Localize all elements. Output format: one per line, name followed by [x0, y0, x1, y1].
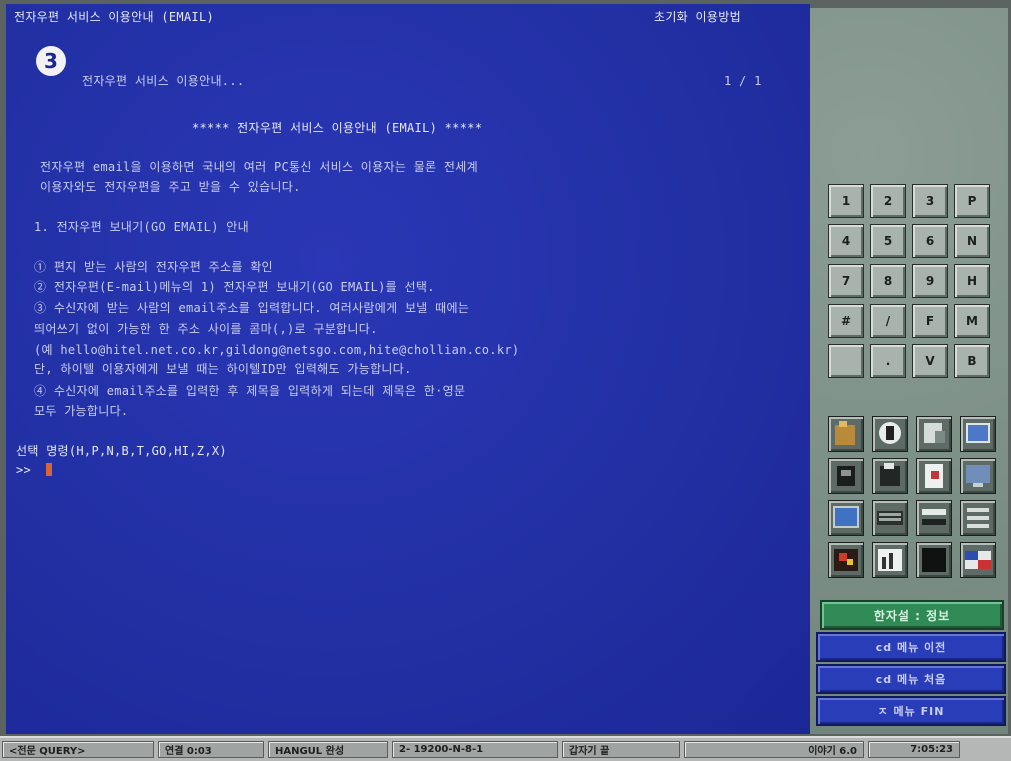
status-input-mode: HANGUL 완성 [268, 741, 388, 758]
menu-first-button[interactable]: cd 메뉴 처음 [816, 664, 1006, 694]
text-line: 단, 하이텔 이용자에게 보낼 때는 하이텔ID만 입력해도 가능합니다. [34, 362, 412, 376]
header-help: 초기화 이용방법 [654, 10, 741, 24]
keypad: 1 2 3 P 4 5 6 N 7 8 9 H # / F M . V B [828, 184, 990, 378]
terminal-icon[interactable] [916, 542, 952, 578]
text-line: ③ 수신자에 받는 사람의 email주소를 입력합니다. 여러사람에게 보낼 … [34, 301, 470, 315]
notepad-icon[interactable] [916, 458, 952, 494]
key-n[interactable]: N [954, 224, 990, 258]
text-line: ④ 수신자에 email주소를 입력한 후 제목을 입력하게 되는데 제목은 한… [34, 384, 466, 398]
flag-alt-icon[interactable] [960, 542, 996, 578]
flag-icon[interactable] [828, 542, 864, 578]
step-badge: 3 [36, 46, 66, 76]
status-message: 갑자기 끝 [562, 741, 680, 758]
key-2[interactable]: 2 [870, 184, 906, 218]
side-panel: 1 2 3 P 4 5 6 N 7 8 9 H # / F M . V B 한자… [810, 8, 1008, 734]
status-version: 이야기 6.0 [684, 741, 864, 758]
window-title: 전자우편 서비스 이용안내 (EMAIL) [14, 10, 214, 24]
key-4[interactable]: 4 [828, 224, 864, 258]
key-slash[interactable]: / [870, 304, 906, 338]
text-line: ① 편지 받는 사람의 전자우편 주소를 확인 [34, 260, 273, 274]
text-cursor[interactable] [46, 463, 52, 476]
key-7[interactable]: 7 [828, 264, 864, 298]
text-line: (예 hello@hitel.net.co.kr,gildong@netsgo.… [34, 343, 520, 357]
key-h[interactable]: H [954, 264, 990, 298]
status-connection-time: 연결 0:03 [158, 741, 264, 758]
text-line: 1. 전자우편 보내기(GO EMAIL) 안내 [34, 220, 249, 234]
monitor-icon[interactable] [960, 458, 996, 494]
key-m[interactable]: M [954, 304, 990, 338]
page-indicator: 1 / 1 [724, 74, 762, 88]
key-3[interactable]: 3 [912, 184, 948, 218]
menu-finish-button[interactable]: ㅈ 메뉴 FIN [816, 696, 1006, 726]
phone-icon[interactable] [828, 458, 864, 494]
icon-toolbar [828, 416, 998, 578]
section-heading: ***** 전자우편 서비스 이용안내 (EMAIL) ***** [192, 121, 483, 135]
key-9[interactable]: 9 [912, 264, 948, 298]
mode-indicator: 한자설 : 정보 [820, 600, 1004, 630]
key-f[interactable]: F [912, 304, 948, 338]
prompt: >> [16, 463, 32, 477]
window-icon[interactable] [960, 416, 996, 452]
screen-icon[interactable] [828, 500, 864, 536]
key-8[interactable]: 8 [870, 264, 906, 298]
key-p[interactable]: P [954, 184, 990, 218]
status-bar: <전문 QUERY> 연결 0:03 HANGUL 완성 2- 19200-N-… [0, 736, 1011, 761]
keyboard-icon[interactable] [872, 500, 908, 536]
terminal-screen[interactable]: 전자우편 서비스 이용안내 (EMAIL) 초기화 이용방법 3 전자우편 서비… [6, 4, 810, 734]
status-mode: <전문 QUERY> [2, 741, 154, 758]
printer-icon[interactable] [872, 458, 908, 494]
text-line: 모두 가능합니다. [34, 404, 129, 418]
key-dot[interactable]: . [870, 344, 906, 378]
status-port-settings: 2- 19200-N-8-1 [392, 741, 558, 758]
toolbar-icon[interactable] [916, 500, 952, 536]
key-hash[interactable]: # [828, 304, 864, 338]
folder-icon[interactable] [828, 416, 864, 452]
document-icon[interactable] [916, 416, 952, 452]
key-b[interactable]: B [954, 344, 990, 378]
settings-icon[interactable] [960, 500, 996, 536]
text-line: 이용자와도 전자우편을 주고 받을 수 있습니다. [40, 180, 301, 194]
subtitle: 전자우편 서비스 이용안내... [82, 74, 245, 88]
key-1[interactable]: 1 [828, 184, 864, 218]
globe-icon[interactable] [872, 416, 908, 452]
command-prompt-line: 선택 명령(H,P,N,B,T,GO,HI,Z,X) [16, 444, 227, 458]
key-5[interactable]: 5 [870, 224, 906, 258]
key-6[interactable]: 6 [912, 224, 948, 258]
text-line: 띄어쓰기 없이 가능한 한 주소 사이를 콤마(,)로 구분합니다. [34, 322, 378, 336]
status-clock: 7:05:23 [868, 741, 960, 758]
text-line: 전자우편 email을 이용하면 국내의 여러 PC통신 서비스 이용자는 물론… [40, 160, 478, 174]
key-v[interactable]: V [912, 344, 948, 378]
text-line: ② 전자우편(E-mail)메뉴의 1) 전자우편 보내기(GO EMAIL)를… [34, 280, 435, 294]
chart-icon[interactable] [872, 542, 908, 578]
key-blank[interactable] [828, 344, 864, 378]
menu-previous-button[interactable]: cd 메뉴 이전 [816, 632, 1006, 662]
